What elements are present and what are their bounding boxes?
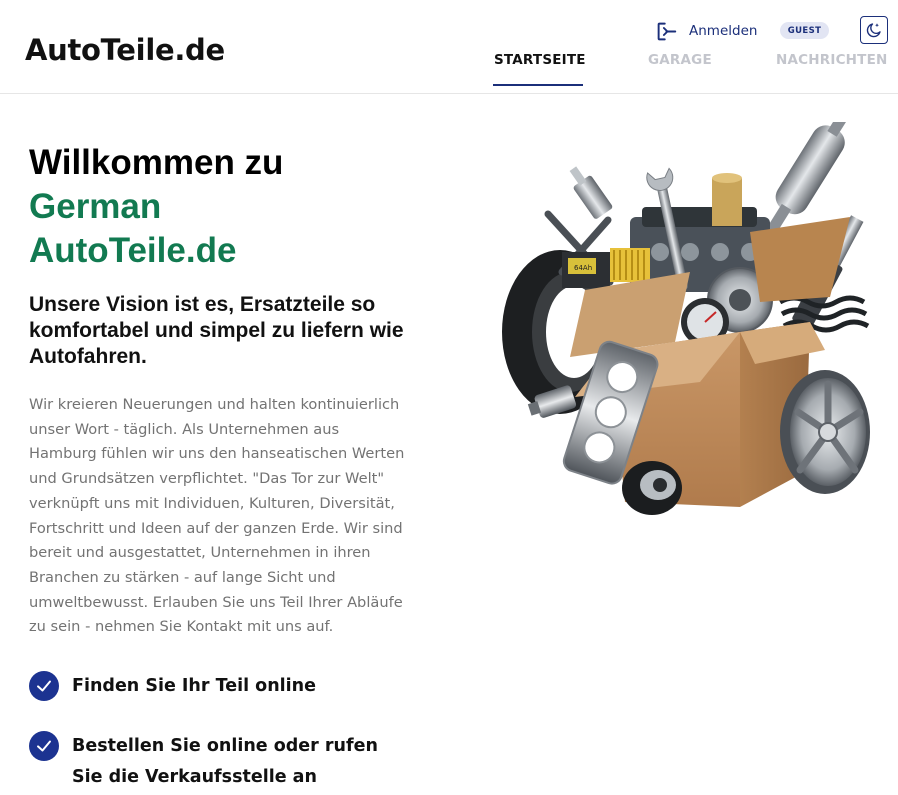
- login-label: Anmelden: [689, 23, 758, 39]
- site-header: AutoTeile.de Anmelden GUEST STARTSEITE G…: [0, 0, 898, 94]
- active-tab-indicator: [493, 84, 583, 86]
- theme-toggle-button[interactable]: [860, 16, 888, 44]
- check-circle-icon: [29, 671, 59, 701]
- hero-title-line2: German: [29, 187, 162, 226]
- tab-startseite[interactable]: STARTSEITE: [494, 52, 586, 68]
- tab-garage[interactable]: GARAGE: [648, 52, 712, 68]
- hero-title: Willkommen zu German AutoTeile.de: [29, 141, 449, 273]
- site-logo[interactable]: AutoTeile.de: [25, 33, 225, 67]
- hero-title-line1: Willkommen zu: [29, 143, 284, 182]
- moon-icon: [866, 23, 881, 38]
- guest-badge: GUEST: [780, 22, 829, 39]
- hero-title-line3: AutoTeile.de: [29, 231, 237, 270]
- vision-statement: Unsere Vision ist es, Ersatzteile so kom…: [29, 293, 404, 368]
- feature-item: Bestellen Sie online oder rufen Sie die …: [29, 731, 412, 793]
- box-of-car-parts-illustration: 64Ah: [502, 122, 870, 515]
- login-button[interactable]: Anmelden: [656, 19, 757, 43]
- feature-label: Bestellen Sie online oder rufen Sie die …: [72, 736, 378, 787]
- company-description: Wir kreieren Neuerungen und halten konti…: [29, 396, 405, 636]
- login-icon: [657, 22, 677, 40]
- feature-label: Finden Sie Ihr Teil online: [72, 676, 316, 696]
- feature-item: Finden Sie Ihr Teil online: [29, 671, 412, 702]
- svg-text:64Ah: 64Ah: [574, 264, 592, 272]
- tab-nachrichten[interactable]: NACHRICHTEN: [776, 52, 888, 68]
- check-circle-icon: [29, 731, 59, 761]
